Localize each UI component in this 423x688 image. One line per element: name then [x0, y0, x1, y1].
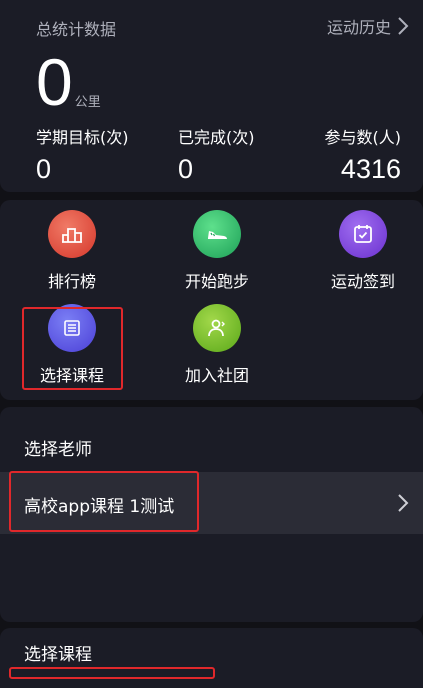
stat-value: 4316 [340, 154, 401, 184]
distance-value: 0 [36, 45, 73, 119]
stat-label: 学期目标(次) [36, 128, 129, 147]
stats-card: 总统计数据 运动历史 0 公里 学期目标(次) 0 已完成(次) 0 参与数(人… [0, 0, 423, 192]
menu-item-checkin[interactable]: 运动签到 [303, 210, 423, 292]
menu-item-start-run[interactable]: 开始跑步 [157, 210, 277, 292]
feature-menu: 排行榜 开始跑步 运动签到 选择课程 加入社团 [0, 200, 423, 400]
club-people-icon [193, 304, 241, 352]
calendar-check-icon [339, 210, 387, 258]
course-card: 选择课程 [0, 628, 423, 688]
menu-item-label: 开始跑步 [184, 272, 249, 291]
menu-item-label: 排行榜 [47, 272, 96, 291]
stat-label: 参与数(人) [324, 128, 402, 147]
app-screen: 总统计数据 运动历史 0 公里 学期目标(次) 0 已完成(次) 0 参与数(人… [0, 0, 423, 688]
history-label: 运动历史 [326, 18, 391, 37]
highlight-box [9, 667, 215, 679]
chevron-right-icon [398, 17, 409, 35]
stats-title: 总统计数据 [36, 20, 117, 39]
stat-value: 0 [36, 154, 52, 184]
stat-value: 0 [178, 154, 194, 184]
history-link[interactable]: 运动历史 [327, 14, 409, 38]
section-title: 选择老师 [24, 440, 92, 460]
ranking-podium-icon [48, 210, 96, 258]
menu-item-label: 加入社团 [184, 366, 249, 385]
stat-label: 已完成(次) [178, 128, 255, 147]
distance-unit: 公里 [74, 95, 101, 110]
highlight-box [9, 471, 199, 532]
menu-item-label: 运动签到 [330, 272, 395, 291]
chevron-right-icon [398, 494, 409, 512]
menu-item-join-club[interactable]: 加入社团 [157, 304, 277, 386]
teacher-card: 选择老师 高校app课程 1测试 [0, 407, 423, 622]
stat-completed: 已完成(次) 0 [178, 124, 255, 185]
section-title: 选择课程 [24, 645, 92, 665]
distance-display: 0 公里 [36, 45, 101, 119]
stat-semester-goal: 学期目标(次) 0 [36, 124, 129, 185]
running-shoe-icon [193, 210, 241, 258]
stat-participants: 参与数(人) 4316 [325, 124, 402, 185]
highlight-box [22, 307, 123, 390]
menu-item-ranking[interactable]: 排行榜 [12, 210, 132, 292]
